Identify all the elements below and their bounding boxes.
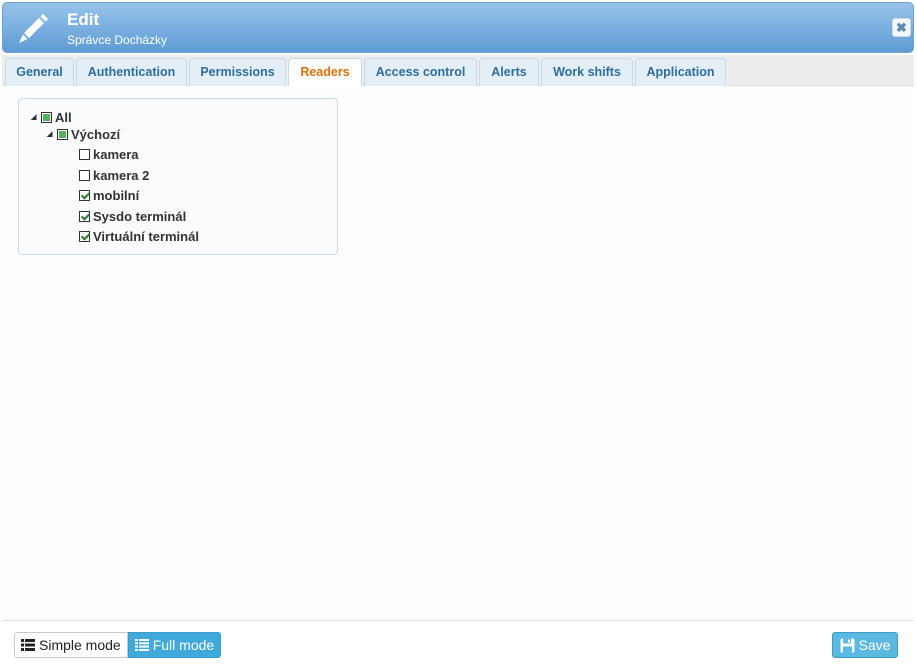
tree-item-sysdo-terminal: Sysdo terminál	[79, 207, 186, 225]
tree-node-all: ◢ All	[31, 108, 72, 126]
tab-permissions[interactable]: Permissions	[189, 58, 286, 86]
tree-item-kamera-2: kamera 2	[79, 166, 149, 184]
dialog-subtitle: Správce Docházky	[67, 33, 168, 47]
dialog-titlebar: Edit Správce Docházky ✖	[2, 2, 914, 53]
tree-checkbox-vychozi[interactable]	[57, 128, 68, 140]
save-label: Save	[858, 637, 891, 653]
full-mode-button[interactable]: Full mode	[127, 632, 222, 658]
tree-checkbox-sysdo-terminal[interactable]	[79, 210, 90, 222]
tab-readers[interactable]: Readers	[288, 58, 362, 87]
tree-checkbox-virtualni-terminal[interactable]	[79, 230, 90, 242]
dialog-title: Edit	[67, 10, 100, 29]
tree-checkbox-mobilni[interactable]	[79, 189, 90, 201]
tab-authentication[interactable]: Authentication	[76, 58, 187, 86]
tree-node-label: All	[55, 109, 72, 125]
close-icon: ✖	[896, 20, 907, 35]
collapse-arrow-icon[interactable]: ◢	[31, 113, 41, 121]
tab-bar: General Authentication Permissions Reade…	[2, 55, 914, 87]
list-icon	[21, 639, 35, 651]
tab-alerts[interactable]: Alerts	[479, 58, 539, 86]
tree-item-mobilni: mobilní	[79, 186, 139, 204]
tree-checkbox-kamera-2[interactable]	[79, 169, 90, 181]
full-mode-label: Full mode	[152, 637, 215, 653]
readers-tree: ◢ All ◢ Výchozí kamera kamera 2 mobilní …	[18, 98, 338, 255]
floppy-disk-icon	[840, 638, 855, 652]
tab-work-shifts[interactable]: Work shifts	[541, 58, 633, 86]
tree-node-vychozi: ◢ Výchozí	[47, 125, 120, 143]
simple-mode-label: Simple mode	[39, 637, 121, 653]
tree-item-kamera: kamera	[79, 145, 139, 163]
tab-general[interactable]: General	[5, 58, 74, 86]
detailed-list-icon	[134, 639, 149, 651]
mode-toggle: Simple mode Full mode	[14, 632, 222, 658]
tree-node-label: Výchozí	[71, 126, 121, 142]
collapse-arrow-icon[interactable]: ◢	[47, 130, 57, 138]
save-button[interactable]: Save	[832, 632, 898, 658]
simple-mode-button[interactable]: Simple mode	[14, 632, 128, 658]
readers-tab-content: ◢ All ◢ Výchozí kamera kamera 2 mobilní …	[2, 86, 914, 620]
tree-node-label: kamera	[93, 146, 139, 162]
tree-node-label: kamera 2	[93, 167, 150, 183]
tree-item-virtualni-terminal: Virtuální terminál	[79, 227, 199, 245]
tree-checkbox-kamera[interactable]	[79, 148, 90, 160]
tree-checkbox-all[interactable]	[41, 111, 52, 123]
close-button[interactable]: ✖	[892, 18, 911, 37]
tree-node-label: Sysdo terminál	[93, 208, 187, 224]
footer-divider	[2, 620, 914, 621]
tree-node-label: Virtuální terminál	[93, 228, 199, 244]
tab-access-control[interactable]: Access control	[364, 58, 477, 86]
tree-node-label: mobilní	[93, 187, 140, 203]
tab-application[interactable]: Application	[635, 58, 726, 86]
pencil-icon	[19, 14, 48, 43]
